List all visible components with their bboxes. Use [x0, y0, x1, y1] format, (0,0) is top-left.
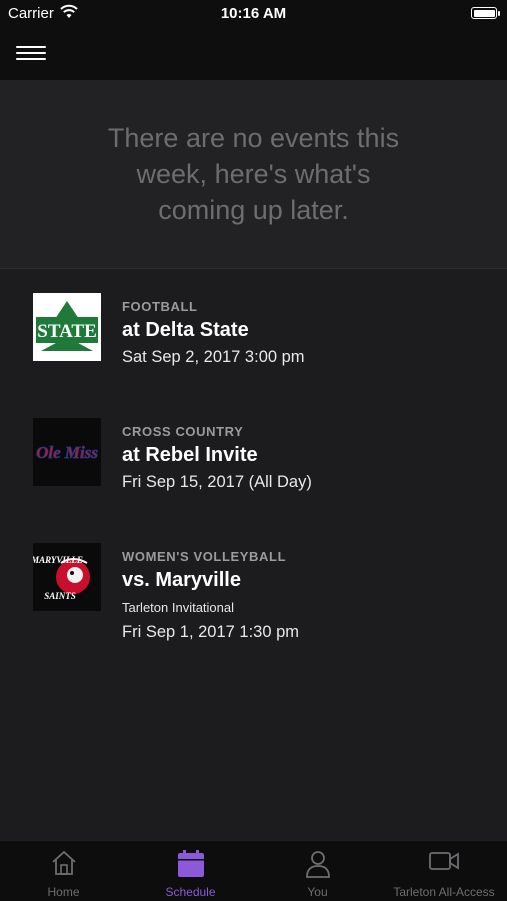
maryville-saints-logo: MARYVILLE SAINTS [33, 543, 101, 611]
status-bar: Carrier 10:16 AM [0, 0, 507, 28]
tab-you[interactable]: You [254, 841, 381, 901]
home-icon [51, 850, 76, 875]
delta-state-logo-text: STATE [37, 321, 97, 342]
tab-all-access-label: Tarleton All-Access [393, 885, 495, 899]
tab-home[interactable]: Home [0, 841, 127, 901]
event-item-maryville[interactable]: MARYVILLE SAINTS WOMEN'S VOLLEYBALL vs. … [0, 543, 507, 653]
tab-home-label: Home [47, 885, 80, 899]
tab-you-label: You [307, 885, 328, 899]
delta-state-logo: STATE [33, 293, 101, 361]
tab-all-access[interactable]: Tarleton All-Access [381, 841, 507, 901]
empty-week-message: There are no events this week, here's wh… [107, 123, 400, 225]
ole-miss-logo: Ole Miss [33, 418, 101, 486]
event-sport: CROSS COUNTRY [122, 424, 244, 439]
maryville-logo-top-text: MARYVILLE [33, 555, 83, 565]
event-subtitle: Tarleton Invitational [122, 600, 235, 615]
status-time: 10:16 AM [220, 5, 287, 22]
video-camera-icon [429, 852, 459, 870]
event-item-rebel-invite[interactable]: Ole Miss CROSS COUNTRY at Rebel Invite F… [0, 418, 507, 528]
event-date: Fri Sep 15, 2017 (All Day) [122, 473, 312, 491]
event-item-delta-state[interactable]: STATE FOOTBALL at Delta State Sat Sep 2,… [0, 293, 507, 403]
tab-schedule-label: Schedule [165, 885, 216, 899]
hamburger-menu-icon[interactable] [16, 42, 46, 64]
nav-bar [0, 28, 507, 80]
person-icon [305, 851, 330, 878]
tab-schedule[interactable]: Schedule [127, 841, 254, 901]
battery-icon [471, 7, 500, 19]
event-title: vs. Maryville [122, 569, 241, 591]
event-title: at Rebel Invite [122, 444, 258, 466]
event-date: Fri Sep 1, 2017 1:30 pm [122, 623, 300, 641]
ole-miss-logo-text: Ole Miss [36, 443, 98, 462]
event-date: Sat Sep 2, 2017 3:00 pm [122, 348, 305, 366]
event-sport: WOMEN'S VOLLEYBALL [122, 549, 287, 564]
event-sport: FOOTBALL [122, 299, 198, 314]
calendar-icon [177, 850, 204, 877]
event-title: at Delta State [122, 319, 249, 341]
tab-bar: Home Schedule You Tarleton All-Access [0, 840, 507, 901]
empty-week-banner: There are no events this week, here's wh… [0, 80, 507, 269]
maryville-logo-bottom-text: SAINTS [44, 591, 76, 601]
